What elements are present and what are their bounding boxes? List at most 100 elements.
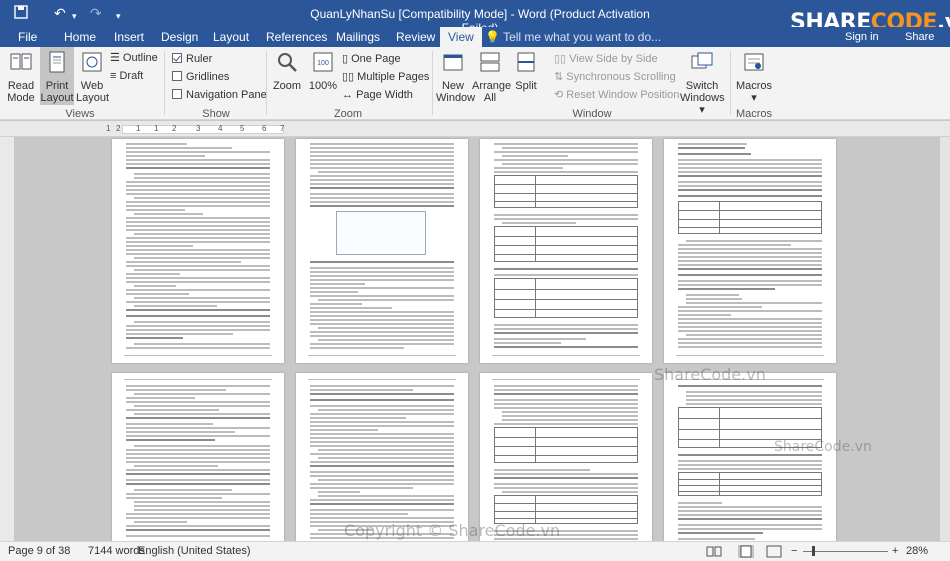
text-line <box>678 346 822 348</box>
macros-button[interactable]: Macros ▾ <box>734 47 774 104</box>
text-line <box>126 273 181 275</box>
text-line <box>494 328 638 330</box>
print-layout-button[interactable]: Print Layout <box>40 47 74 105</box>
checkbox-unchecked-icon <box>172 71 182 81</box>
undo-icon[interactable]: ↶ <box>54 5 66 21</box>
tab-home[interactable]: Home <box>64 30 96 44</box>
text-line <box>318 299 454 301</box>
text-line <box>494 423 638 425</box>
text-line <box>310 465 454 467</box>
text-line <box>494 399 638 401</box>
tab-layout[interactable]: Layout <box>213 30 249 44</box>
vertical-ruler[interactable] <box>0 137 14 541</box>
draft-button[interactable]: ≡ Draft <box>110 69 143 83</box>
text-line <box>126 205 270 207</box>
zoom-group-label: Zoom <box>333 108 363 120</box>
sign-in-link[interactable]: Sign in <box>845 31 879 43</box>
text-line <box>678 268 822 270</box>
zoom-level[interactable]: 28% <box>906 545 928 557</box>
web-layout-view-icon[interactable] <box>766 545 782 558</box>
page-thumbnail[interactable] <box>296 139 468 363</box>
page-thumbnail[interactable] <box>664 139 836 363</box>
arrange-all-button[interactable]: Arrange All <box>472 47 511 104</box>
text-line <box>126 309 270 311</box>
tab-view[interactable]: View <box>440 27 482 47</box>
text-line <box>678 167 822 169</box>
new-window-button[interactable]: New Window <box>436 47 475 104</box>
text-line <box>310 385 454 387</box>
split-button[interactable]: Split <box>510 47 542 92</box>
tab-insert[interactable]: Insert <box>114 30 144 44</box>
customize-toolbar-icon[interactable]: ▾ <box>116 8 121 24</box>
text-line <box>126 181 270 183</box>
text-line <box>686 391 822 393</box>
gridlines-checkbox[interactable]: Gridlines <box>172 70 229 84</box>
multiple-pages-button[interactable]: ▯▯ Multiple Pages <box>342 70 429 84</box>
save-icon[interactable] <box>14 5 28 22</box>
zoom-in-icon[interactable]: + <box>892 545 898 558</box>
text-line <box>126 281 270 283</box>
tab-review[interactable]: Review <box>396 30 435 44</box>
ruler-checkbox[interactable]: Ruler <box>172 52 212 66</box>
text-line <box>678 338 822 340</box>
tab-mailings[interactable]: Mailings <box>336 30 380 44</box>
tab-design[interactable]: Design <box>161 30 198 44</box>
separator <box>730 51 731 115</box>
share-button[interactable]: Share <box>905 31 934 43</box>
synchronous-scrolling-button[interactable]: ⇅ Synchronous Scrolling <box>554 70 676 84</box>
page-thumbnail[interactable] <box>112 373 284 541</box>
text-line <box>494 218 638 220</box>
switch-windows-button[interactable]: Switch Windows ▾ <box>680 47 725 116</box>
text-line <box>318 479 454 481</box>
text-line <box>310 399 454 401</box>
text-line <box>126 431 235 433</box>
text-line <box>494 214 638 216</box>
page-thumbnail[interactable] <box>664 373 836 541</box>
view-side-by-side-button[interactable]: ▯▯ View Side by Side <box>554 52 658 66</box>
text-line <box>678 274 822 276</box>
text-line <box>126 493 270 495</box>
text-line <box>678 510 822 512</box>
text-line <box>134 413 270 415</box>
tab-file[interactable]: File <box>18 30 37 44</box>
tell-me-box[interactable]: 💡 Tell me what you want to do... <box>485 30 661 44</box>
page-thumbnail[interactable] <box>480 139 652 363</box>
one-page-button[interactable]: ▯ One Page <box>342 52 401 66</box>
zoom-slider[interactable] <box>803 551 888 552</box>
title-bar: ↶ ▾ ↷ ▾ QuanLyNhanSu [Compatibility Mode… <box>0 0 950 35</box>
read-mode-view-icon[interactable] <box>706 545 722 558</box>
text-line <box>126 221 270 223</box>
undo-dropdown-icon[interactable]: ▾ <box>72 8 77 24</box>
zoom-100-button[interactable]: 100 100% <box>306 47 340 92</box>
text-line <box>686 298 743 300</box>
text-line <box>310 287 454 289</box>
horizontal-ruler[interactable]: 1 2 1 1 2 3 4 5 6 7 <box>0 121 950 137</box>
redo-icon[interactable]: ↷ <box>90 5 102 21</box>
text-line <box>310 437 454 439</box>
page-width-button[interactable]: ↔ Page Width <box>342 88 413 102</box>
reset-window-position-button[interactable]: ⟲ Reset Window Position <box>554 88 679 102</box>
text-line <box>678 280 822 282</box>
page-thumbnail[interactable] <box>296 373 468 541</box>
text-line <box>318 327 454 329</box>
document-canvas[interactable]: ShareCode.vn ShareCode.vn Copyright © Sh… <box>14 137 950 541</box>
outline-button[interactable]: ☰ Outline <box>110 51 158 65</box>
zoom-out-icon[interactable]: − <box>791 545 797 558</box>
vertical-scrollbar[interactable] <box>940 137 950 541</box>
language-indicator[interactable]: English (United States) <box>138 545 251 558</box>
text-line <box>310 167 454 169</box>
print-layout-view-icon[interactable] <box>738 545 754 558</box>
tab-references[interactable]: References <box>266 30 327 44</box>
page-count[interactable]: Page 9 of 38 <box>8 545 70 558</box>
text-line <box>310 331 454 333</box>
navigation-pane-checkbox[interactable]: Navigation Pane <box>172 88 267 102</box>
web-layout-button[interactable]: Web Layout <box>76 47 109 104</box>
text-line <box>126 337 183 339</box>
text-line <box>494 407 638 409</box>
read-mode-button[interactable]: Read Mode <box>4 47 38 104</box>
zoom-slider-thumb[interactable] <box>812 546 815 556</box>
zoom-button[interactable]: Zoom <box>270 47 304 92</box>
word-count[interactable]: 7144 words <box>88 545 145 558</box>
page-thumbnail[interactable] <box>480 373 652 541</box>
page-thumbnail[interactable] <box>112 139 284 363</box>
